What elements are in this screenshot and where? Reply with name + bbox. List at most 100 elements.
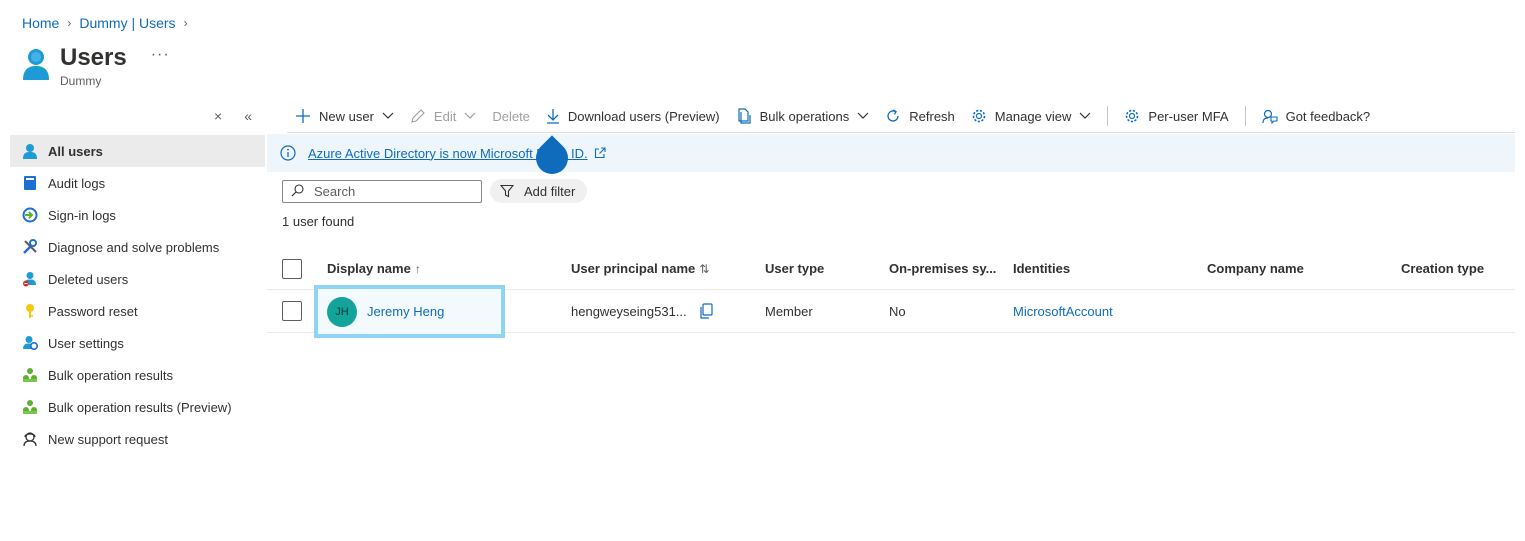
feedback-button[interactable]: Got feedback? bbox=[1254, 100, 1379, 132]
column-display-name[interactable]: Display name ↑ bbox=[327, 248, 421, 289]
sidebar-item-user-settings[interactable]: User settings bbox=[10, 327, 265, 359]
sidebar-item-diagnose[interactable]: Diagnose and solve problems bbox=[10, 231, 265, 263]
sidebar-item-label: Deleted users bbox=[48, 271, 129, 287]
new-user-button[interactable]: New user bbox=[287, 100, 402, 132]
column-label: Display name bbox=[327, 261, 411, 276]
display-name-cell[interactable]: JH Jeremy Heng bbox=[314, 285, 505, 338]
bulk-operations-label: Bulk operations bbox=[759, 108, 850, 124]
breadcrumb-dummy-users[interactable]: Dummy | Users bbox=[79, 15, 175, 31]
sidebar-item-label: Diagnose and solve problems bbox=[48, 239, 220, 255]
column-upn[interactable]: User principal name ⇅ bbox=[571, 248, 709, 289]
bulk-operations-button[interactable]: Bulk operations bbox=[728, 100, 878, 132]
download-icon bbox=[546, 108, 560, 124]
breadcrumb: Home › Dummy | Users › bbox=[22, 15, 188, 31]
external-link-icon[interactable] bbox=[594, 147, 606, 159]
refresh-icon bbox=[885, 108, 901, 124]
identities-link[interactable]: MicrosoftAccount bbox=[1013, 290, 1113, 332]
column-user-type[interactable]: User type bbox=[765, 248, 824, 289]
column-company[interactable]: Company name bbox=[1207, 248, 1304, 289]
upn-cell: hengweyseing531... bbox=[571, 290, 713, 332]
row-select-cell bbox=[282, 290, 302, 332]
select-all-checkbox[interactable] bbox=[282, 258, 302, 279]
collapse-sidebar-icon[interactable]: « bbox=[244, 108, 252, 124]
new-user-label: New user bbox=[319, 108, 374, 124]
add-filter-button[interactable]: Add filter bbox=[490, 179, 588, 203]
select-all-cell bbox=[282, 248, 302, 289]
key-icon bbox=[22, 303, 38, 319]
per-user-mfa-button[interactable]: Per-user MFA bbox=[1116, 100, 1236, 132]
plus-icon bbox=[295, 108, 311, 124]
gear-icon bbox=[971, 108, 987, 124]
sidebar-item-label: User settings bbox=[48, 335, 124, 351]
sidebar-item-deleted-users[interactable]: Deleted users bbox=[10, 263, 265, 295]
deleted-user-icon bbox=[22, 271, 38, 287]
user-icon bbox=[22, 143, 38, 159]
delete-button[interactable]: Delete bbox=[484, 100, 538, 132]
column-creation-type[interactable]: Creation type bbox=[1401, 248, 1484, 289]
sidebar-controls: × « bbox=[214, 108, 252, 124]
refresh-label: Refresh bbox=[909, 108, 955, 124]
breadcrumb-home[interactable]: Home bbox=[22, 15, 59, 31]
search-input[interactable] bbox=[314, 184, 474, 199]
per-user-mfa-label: Per-user MFA bbox=[1148, 108, 1229, 124]
bulk-operations-icon bbox=[736, 108, 752, 124]
toolbar-divider bbox=[1244, 106, 1246, 126]
table-header: Display name ↑ User principal name ⇅ Use… bbox=[267, 248, 1515, 290]
column-onprem[interactable]: On-premises sy... bbox=[889, 248, 996, 289]
sidebar-item-bulk-results-preview[interactable]: Bulk operation results (Preview) bbox=[10, 391, 265, 423]
feedback-label: Got feedback? bbox=[1285, 108, 1371, 124]
sidebar-item-bulk-results[interactable]: Bulk operation results bbox=[10, 359, 265, 391]
result-count: 1 user found bbox=[282, 214, 355, 229]
close-icon[interactable]: × bbox=[214, 108, 222, 124]
delete-label: Delete bbox=[492, 108, 530, 124]
manage-view-button[interactable]: Manage view bbox=[963, 100, 1100, 132]
more-options-button[interactable]: ··· bbox=[151, 46, 170, 64]
users-icon bbox=[23, 49, 49, 80]
users-table: Display name ↑ User principal name ⇅ Use… bbox=[267, 248, 1515, 338]
info-banner: Azure Active Directory is now Microsoft … bbox=[267, 134, 1515, 172]
chevron-down-icon bbox=[464, 112, 476, 120]
refresh-button[interactable]: Refresh bbox=[877, 100, 963, 132]
onprem-cell: No bbox=[889, 303, 906, 319]
column-label: User principal name bbox=[571, 261, 696, 276]
wrench-icon bbox=[22, 239, 38, 255]
sidebar-item-label: New support request bbox=[48, 431, 168, 447]
sidebar-item-all-users[interactable]: All users bbox=[10, 135, 265, 167]
upn-value: hengweyseing531... bbox=[571, 303, 687, 319]
sidebar-item-new-support-request[interactable]: New support request bbox=[10, 423, 265, 455]
row-checkbox[interactable] bbox=[282, 301, 302, 321]
sidebar-item-sign-in-logs[interactable]: Sign-in logs bbox=[10, 199, 265, 231]
chevron-down-icon bbox=[1079, 112, 1091, 120]
chevron-right-icon: › bbox=[183, 16, 188, 30]
sort-icon: ⇅ bbox=[699, 261, 710, 276]
table-row[interactable]: JH Jeremy Heng hengweyseing531... Member… bbox=[267, 285, 1515, 338]
info-icon bbox=[280, 145, 296, 161]
command-bar: New user Edit Delete Download users (Pre… bbox=[287, 100, 1515, 133]
avatar: JH bbox=[327, 296, 357, 327]
bulk-icon bbox=[22, 367, 38, 383]
chevron-down-icon bbox=[857, 112, 869, 120]
pencil-icon bbox=[410, 108, 426, 124]
sidebar-item-password-reset[interactable]: Password reset bbox=[10, 295, 265, 327]
download-label: Download users (Preview) bbox=[567, 108, 720, 124]
toolbar-divider bbox=[1107, 106, 1109, 126]
column-identities[interactable]: Identities bbox=[1013, 248, 1070, 289]
bulk-icon bbox=[22, 399, 38, 415]
feedback-icon bbox=[1261, 108, 1278, 124]
search-input-wrapper bbox=[282, 180, 482, 203]
user-name-link[interactable]: Jeremy Heng bbox=[367, 304, 444, 319]
sidebar-item-label: Bulk operation results bbox=[48, 367, 174, 383]
edit-label: Edit bbox=[433, 108, 457, 124]
edit-button[interactable]: Edit bbox=[402, 100, 484, 132]
page-subtitle: Dummy bbox=[60, 74, 102, 88]
user-settings-icon bbox=[22, 335, 38, 351]
manage-view-label: Manage view bbox=[994, 108, 1072, 124]
support-icon bbox=[22, 431, 38, 447]
sidebar-item-audit-logs[interactable]: Audit logs bbox=[10, 167, 265, 199]
sidebar-item-label: Password reset bbox=[48, 303, 138, 319]
copy-icon[interactable] bbox=[699, 303, 713, 319]
download-users-button[interactable]: Download users (Preview) bbox=[538, 100, 728, 132]
page-header: Users Dummy ··· bbox=[22, 44, 170, 88]
sidebar-item-label: Bulk operation results (Preview) bbox=[48, 399, 232, 415]
sidebar-item-label: Sign-in logs bbox=[48, 207, 116, 223]
